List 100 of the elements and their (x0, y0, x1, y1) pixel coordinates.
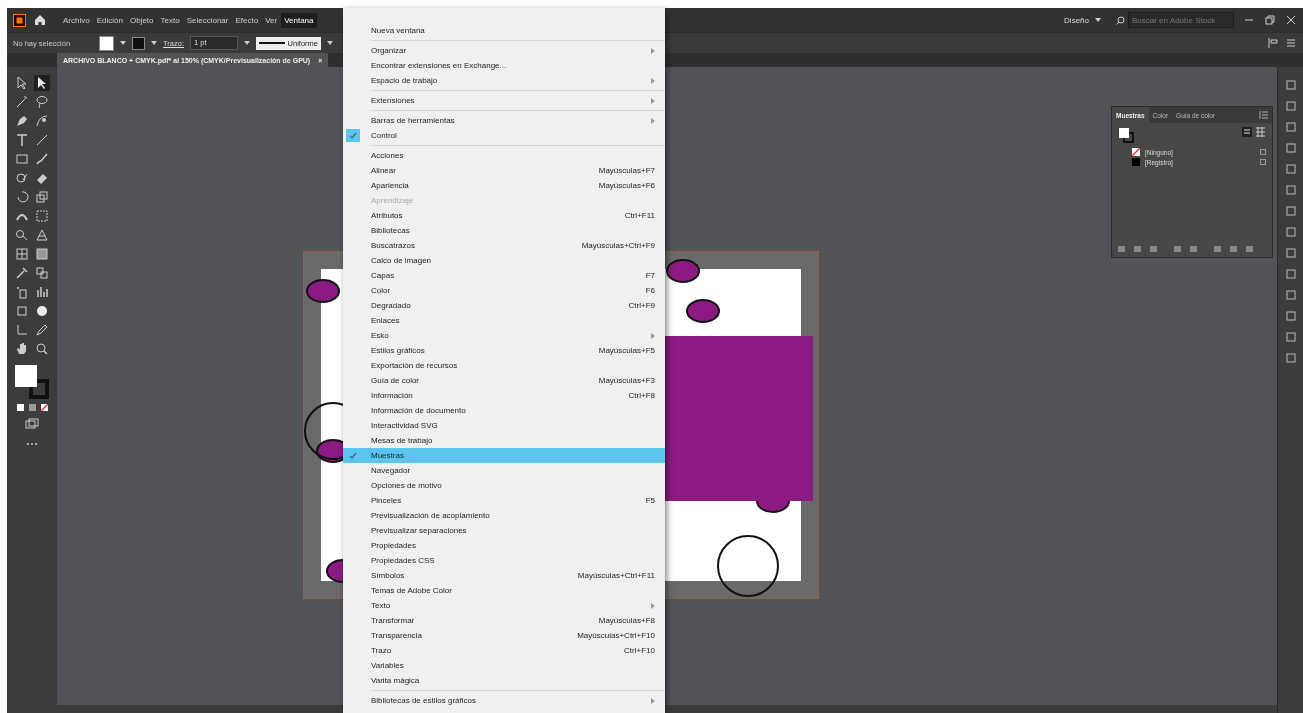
close-icon[interactable] (1285, 14, 1297, 26)
panel-icon[interactable] (1284, 205, 1297, 217)
menu-option[interactable]: Guía de color Mayúsculas+F3 (343, 373, 665, 388)
blend-icon[interactable] (34, 265, 50, 281)
menu-option[interactable]: Atributos Ctrl+F11 (343, 208, 665, 223)
none-mode-icon[interactable] (39, 403, 49, 412)
menu-option[interactable]: Exportación de recursos (343, 358, 665, 373)
home-icon[interactable] (33, 13, 47, 27)
menu-item[interactable]: Ver (262, 12, 281, 28)
menu-option[interactable]: Alinear Mayúsculas+F7 (343, 163, 665, 178)
menu-option[interactable]: Enlaces (343, 313, 665, 328)
menu-option[interactable]: Pinceles F5 (343, 493, 665, 508)
fill-stroke-swatches-drawing[interactable] (15, 365, 49, 399)
menu-option[interactable]: Bibliotecas de estilos gráficos (343, 693, 665, 708)
registration-swatch[interactable] (1132, 158, 1140, 166)
menu-option[interactable]: Encontrar extensiones en Exchange... (343, 58, 665, 73)
menu-option[interactable]: Estilos gráficos Mayúsculas+F5 (343, 343, 665, 358)
menu-option[interactable]: Previsualizar separaciones (343, 523, 665, 538)
menu-option[interactable]: Muestras (343, 448, 665, 463)
menu-option[interactable]: Transformar Mayúsculas+F8 (343, 613, 665, 628)
panel-icon[interactable] (1284, 352, 1297, 364)
menu-option[interactable]: Barras de herramientas (343, 113, 665, 128)
gradient-mode-icon[interactable] (27, 403, 37, 412)
line-icon[interactable] (34, 132, 50, 148)
menu-option[interactable]: Organizar (343, 43, 665, 58)
fill-swatch[interactable] (99, 35, 114, 51)
menu-option[interactable]: Calco de imagen (343, 253, 665, 268)
panel-icon[interactable] (1284, 184, 1297, 196)
view-toggle-icon[interactable] (1242, 127, 1266, 137)
menu-option[interactable]: Propiedades CSS (343, 553, 665, 568)
menu-option[interactable]: Nueva ventana (343, 23, 665, 38)
wand-icon[interactable] (14, 94, 30, 110)
menu-option[interactable]: Varita mágica (343, 673, 665, 688)
menu-item[interactable]: Seleccionar (183, 12, 232, 28)
fill-stroke-icon[interactable] (1118, 127, 1134, 143)
menu-option[interactable]: Trazo Ctrl+F10 (343, 643, 665, 658)
menu-option[interactable]: Acciones (343, 148, 665, 163)
pencil-icon[interactable] (34, 322, 50, 338)
panel-icon[interactable] (1284, 142, 1297, 154)
menu-option[interactable]: Apariencia Mayúsculas+F6 (343, 178, 665, 193)
panel-icon[interactable] (1284, 163, 1297, 175)
list-icon[interactable] (1285, 37, 1297, 49)
menu-option[interactable]: Transparencia Mayúsculas+Ctrl+F10 (343, 628, 665, 643)
menu-option[interactable]: Información Ctrl+F8 (343, 388, 665, 403)
panel-icon[interactable] (1284, 100, 1297, 112)
restore-icon[interactable] (1264, 14, 1276, 26)
menu-option[interactable]: Control (343, 128, 665, 143)
menu-option[interactable]: Símbolos Mayúsculas+Ctrl+F11 (343, 568, 665, 583)
pen-icon[interactable] (14, 113, 30, 129)
gradient-icon[interactable] (34, 246, 50, 262)
menu-option[interactable]: Temas de Adobe Color (343, 583, 665, 598)
align-icon[interactable] (1267, 37, 1279, 49)
panel-icon[interactable] (1284, 268, 1297, 280)
screen-mode-icon[interactable] (24, 416, 40, 432)
curvature-pen-icon[interactable] (34, 113, 50, 129)
panel-icon[interactable] (1284, 226, 1297, 238)
menu-option[interactable]: Navegador (343, 463, 665, 478)
rotate-icon[interactable] (14, 189, 30, 205)
mesh-icon[interactable] (14, 246, 30, 262)
menu-option[interactable]: Bibliotecas (343, 223, 665, 238)
lasso-icon[interactable] (34, 94, 50, 110)
panel-icon[interactable] (1284, 79, 1297, 91)
menu-item[interactable]: Texto (157, 12, 183, 28)
stroke-swatch[interactable] (132, 36, 145, 50)
circle-icon[interactable] (34, 303, 50, 319)
workspace-switcher[interactable]: Diseño (1050, 15, 1115, 25)
menu-option[interactable]: Espacio de trabajo (343, 73, 665, 88)
menu-option[interactable]: Buscatrazos Mayúsculas+Ctrl+F9 (343, 238, 665, 253)
no-color-swatch[interactable] (1132, 148, 1140, 156)
menu-option[interactable]: Opciones de motivo (343, 478, 665, 493)
brush-icon[interactable] (34, 151, 50, 167)
menu-option[interactable]: Esko (343, 328, 665, 343)
eyedropper-icon[interactable] (14, 265, 30, 281)
panel-icon[interactable] (1284, 247, 1297, 259)
menu-item[interactable]: Ventana (281, 12, 317, 28)
menu-option[interactable]: Texto (343, 598, 665, 613)
menu-item[interactable]: Archivo (60, 12, 93, 28)
zoom-icon[interactable] (34, 341, 50, 357)
menu-option[interactable]: Color F6 (343, 283, 665, 298)
search-field[interactable]: Buscar en Adobe Stock (1128, 12, 1234, 28)
panel-icon[interactable] (1284, 289, 1297, 301)
menu-item[interactable]: Efecto (232, 12, 262, 28)
panel-icon[interactable] (1284, 331, 1297, 343)
menu-option[interactable]: Extensiones (343, 93, 665, 108)
menu-option[interactable]: Mesas de trabajo (343, 433, 665, 448)
bar-graph-icon[interactable] (34, 284, 50, 300)
menu-item[interactable]: Edición (93, 12, 126, 28)
menu-item[interactable]: Objeto (126, 12, 157, 28)
menu-option[interactable]: Variables (343, 658, 665, 673)
rectangle-icon[interactable] (14, 151, 30, 167)
panel-icon[interactable] (1284, 310, 1297, 322)
menu-option[interactable]: Capas F7 (343, 268, 665, 283)
menu-option[interactable]: Propiedades (343, 538, 665, 553)
type-icon[interactable] (14, 132, 30, 148)
color-mode-icon[interactable] (15, 403, 25, 412)
menu-option[interactable]: Información de documento (343, 403, 665, 418)
panel-icon[interactable] (1284, 121, 1297, 133)
menu-option[interactable]: Degradado Ctrl+F9 (343, 298, 665, 313)
menu-option[interactable]: Previsualización de acoplamiento (343, 508, 665, 523)
menu-option[interactable]: Interactividad SVG (343, 418, 665, 433)
